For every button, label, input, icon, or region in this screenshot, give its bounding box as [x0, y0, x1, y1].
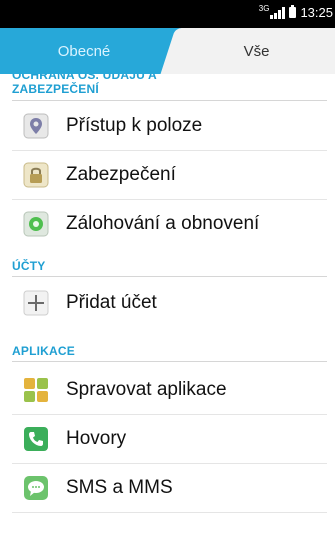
tab-all[interactable]: Vše — [178, 28, 335, 74]
calls-label: Hovory — [66, 428, 127, 449]
phone-icon — [24, 427, 48, 451]
signal-icon — [270, 6, 286, 19]
add-account-label: Přidat účet — [66, 292, 157, 313]
tab-bar: Obecné Vše — [0, 28, 335, 74]
section-header-accounts: ÚČTY — [12, 259, 46, 273]
location-label: Přístup k poloze — [66, 115, 203, 136]
backup-label: Zálohování a obnovení — [66, 213, 260, 234]
section-header-apps: APLIKACE — [12, 344, 75, 358]
settings-list[interactable]: OCHRANA OS. ÚDAJŮ A ZABEZPEČENÍ Přístup … — [0, 74, 335, 553]
tab-general-label: Obecné — [57, 42, 111, 60]
apps-grid-icon — [24, 378, 48, 402]
list-item-add-account[interactable]: Přidat účet — [0, 279, 335, 327]
location-pin-icon — [23, 113, 49, 139]
backup-icon — [23, 211, 49, 237]
list-item-security[interactable]: Zabezpečení — [0, 151, 335, 199]
section-header-privacy: OCHRANA OS. ÚDAJŮ A ZABEZPEČENÍ — [12, 74, 157, 96]
plus-icon — [23, 290, 49, 316]
message-icon — [24, 476, 48, 500]
list-item-location[interactable]: Přístup k poloze — [0, 102, 335, 150]
separator — [12, 512, 327, 513]
status-bar: 3G 13:25 — [0, 0, 335, 28]
section-divider — [12, 361, 327, 362]
battery-icon — [289, 5, 297, 18]
lock-icon — [23, 162, 49, 188]
list-item-backup[interactable]: Zálohování a obnovení — [0, 200, 335, 248]
sms-label: SMS a MMS — [66, 477, 173, 498]
tab-all-label: Vše — [243, 42, 270, 60]
list-item-sms[interactable]: SMS a MMS — [0, 464, 335, 512]
network-type: 3G — [258, 4, 270, 13]
list-item-manage-apps[interactable]: Spravovat aplikace — [0, 366, 335, 414]
section-divider — [12, 100, 327, 101]
section-divider — [12, 276, 327, 277]
section-privacy-line2: ZABEZPEČENÍ — [12, 82, 99, 96]
section-privacy-line1: OCHRANA OS. ÚDAJŮ A — [12, 74, 157, 82]
clock: 13:25 — [300, 5, 333, 20]
tab-general[interactable]: Obecné — [0, 28, 168, 74]
security-label: Zabezpečení — [66, 164, 176, 185]
list-item-calls[interactable]: Hovory — [0, 415, 335, 463]
status-icons: 3G 13:25 — [258, 4, 333, 20]
manage-apps-label: Spravovat aplikace — [66, 379, 227, 400]
